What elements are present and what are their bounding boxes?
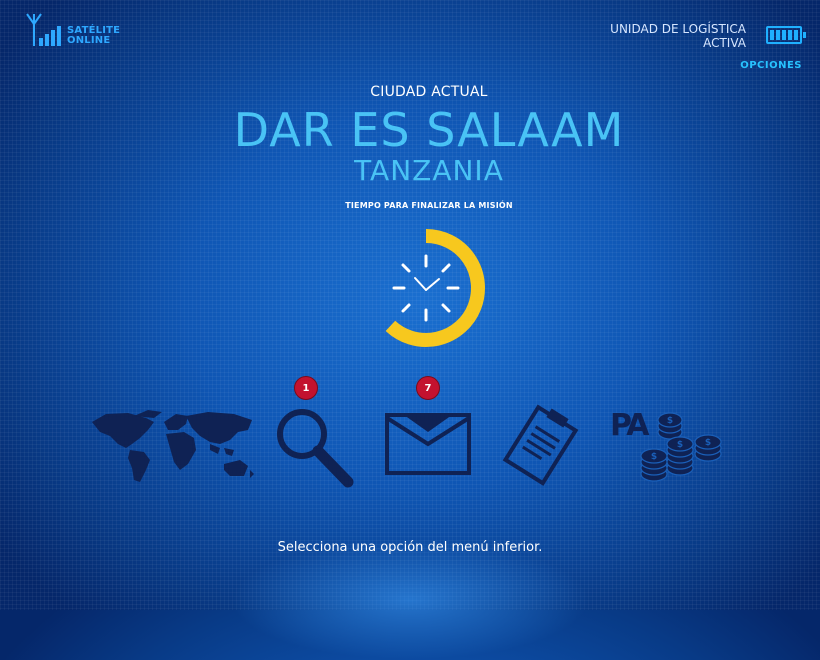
svg-text:$: $ <box>677 440 683 450</box>
logistics-status: UNIDAD DE LOGÍSTICA ACTIVA <box>610 22 746 50</box>
city-name: DAR ES SALAAM <box>233 103 625 157</box>
menu-world-map-button[interactable] <box>88 408 260 490</box>
logistics-label-line2: ACTIVA <box>703 36 746 50</box>
menu-search-button[interactable] <box>270 404 356 494</box>
bottom-glow <box>230 540 590 660</box>
mission-time-label: TIEMPO PARA FINALIZAR LA MISIÓN <box>345 201 513 210</box>
menu-dossier-button[interactable] <box>498 404 582 492</box>
satellite-status: SATÉLITE ONLINE <box>22 12 120 48</box>
funds-label: PA <box>610 408 649 443</box>
satellite-signal-icon <box>26 13 61 46</box>
current-city-label: CIUDAD ACTUAL <box>370 84 488 100</box>
world-map-icon <box>92 410 254 482</box>
menu-messages-button[interactable] <box>384 412 472 480</box>
menu-hint: Selecciona una opción del menú inferior. <box>277 540 543 555</box>
mission-timer <box>385 229 485 347</box>
battery-icon <box>766 26 806 44</box>
envelope-icon <box>385 413 471 475</box>
menu-funds-button[interactable]: PA $ $ $ $ <box>608 408 732 490</box>
options-button[interactable]: OPCIONES <box>740 60 802 71</box>
logistics-label-line1: UNIDAD DE LOGÍSTICA <box>610 22 746 36</box>
clock-icon <box>392 254 460 322</box>
svg-text:$: $ <box>651 452 657 462</box>
svg-text:$: $ <box>667 416 673 426</box>
clipboard-icon <box>502 404 579 486</box>
search-notification-badge: 1 <box>294 376 318 400</box>
country-name: TANZANIA <box>354 154 504 187</box>
messages-notification-badge: 7 <box>416 376 440 400</box>
magnifier-icon <box>277 409 354 488</box>
svg-text:$: $ <box>705 438 711 448</box>
satellite-label-line2: ONLINE <box>67 35 111 46</box>
